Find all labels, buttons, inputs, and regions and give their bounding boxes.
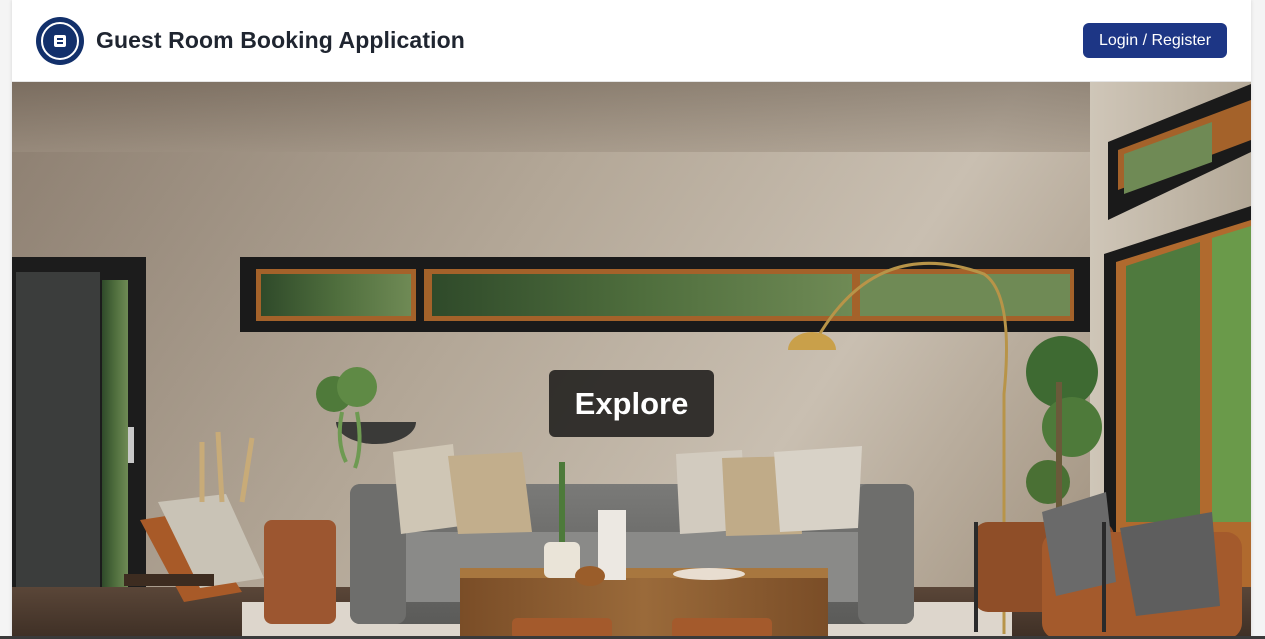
header: Guest Room Booking Application Login / R… xyxy=(12,0,1251,82)
booking-glyph-icon xyxy=(54,35,66,47)
living-room-photo xyxy=(12,82,1251,639)
explore-button[interactable]: Explore xyxy=(549,370,714,437)
hero-banner: Explore xyxy=(12,82,1251,639)
app-frame: Guest Room Booking Application Login / R… xyxy=(12,0,1251,639)
logo-ring xyxy=(41,22,79,60)
app-title: Guest Room Booking Application xyxy=(96,27,465,53)
page: Guest Room Booking Application Login / R… xyxy=(0,0,1265,639)
login-register-button[interactable]: Login / Register xyxy=(1083,23,1227,58)
booking-logo-icon[interactable] xyxy=(36,17,84,65)
